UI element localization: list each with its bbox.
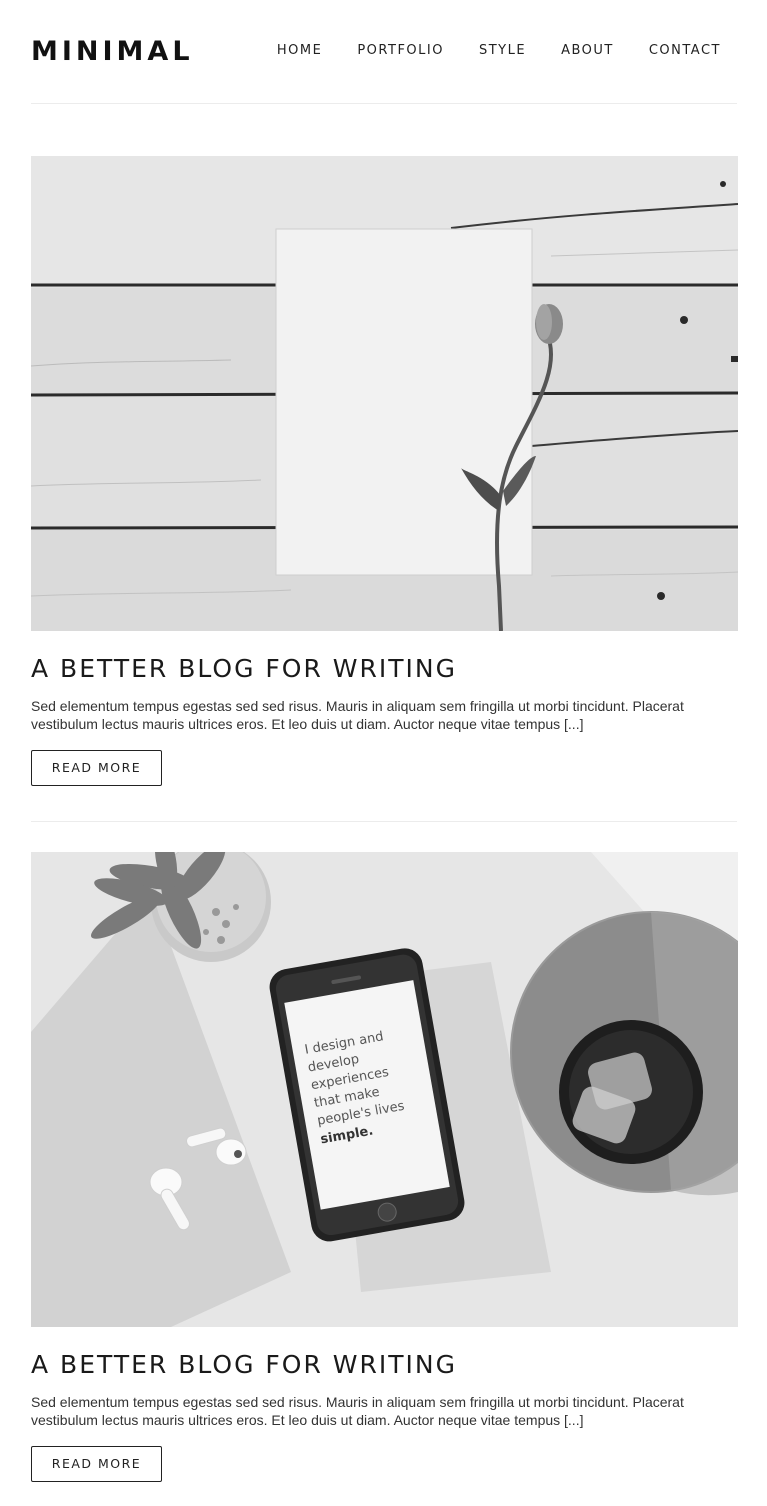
site-logo[interactable]: MINIMAL [31,36,194,67]
site-header: MINIMAL HOME PORTFOLIO STYLE ABOUT CONTA… [0,0,767,104]
read-more-button[interactable]: READ MORE [31,1446,162,1482]
nav-style[interactable]: STYLE [479,43,526,58]
post-title[interactable]: A BETTER BLOG FOR WRITING [31,654,738,684]
nav-home[interactable]: HOME [277,43,322,58]
post-title[interactable]: A BETTER BLOG FOR WRITING [31,1350,738,1380]
main-nav: HOME PORTFOLIO STYLE ABOUT CONTACT [277,43,721,58]
desk-illustration: I design and develop experiences that ma… [31,852,738,1327]
post-divider [31,821,737,822]
nav-about[interactable]: ABOUT [561,43,614,58]
read-more-button[interactable]: READ MORE [31,750,162,786]
post-image-wood-paper-tulip[interactable] [31,156,738,631]
blog-post: A BETTER BLOG FOR WRITING Sed elementum … [31,156,738,786]
header-divider [31,103,737,104]
post-image-desk-phone[interactable]: I design and develop experiences that ma… [31,852,738,1327]
post-excerpt: Sed elementum tempus egestas sed sed ris… [31,698,684,732]
wood-planks-illustration [31,156,738,631]
post-excerpt: Sed elementum tempus egestas sed sed ris… [31,1394,684,1428]
blog-post: I design and develop experiences that ma… [31,852,738,1482]
nav-portfolio[interactable]: PORTFOLIO [357,43,444,58]
nav-contact[interactable]: CONTACT [649,43,721,58]
